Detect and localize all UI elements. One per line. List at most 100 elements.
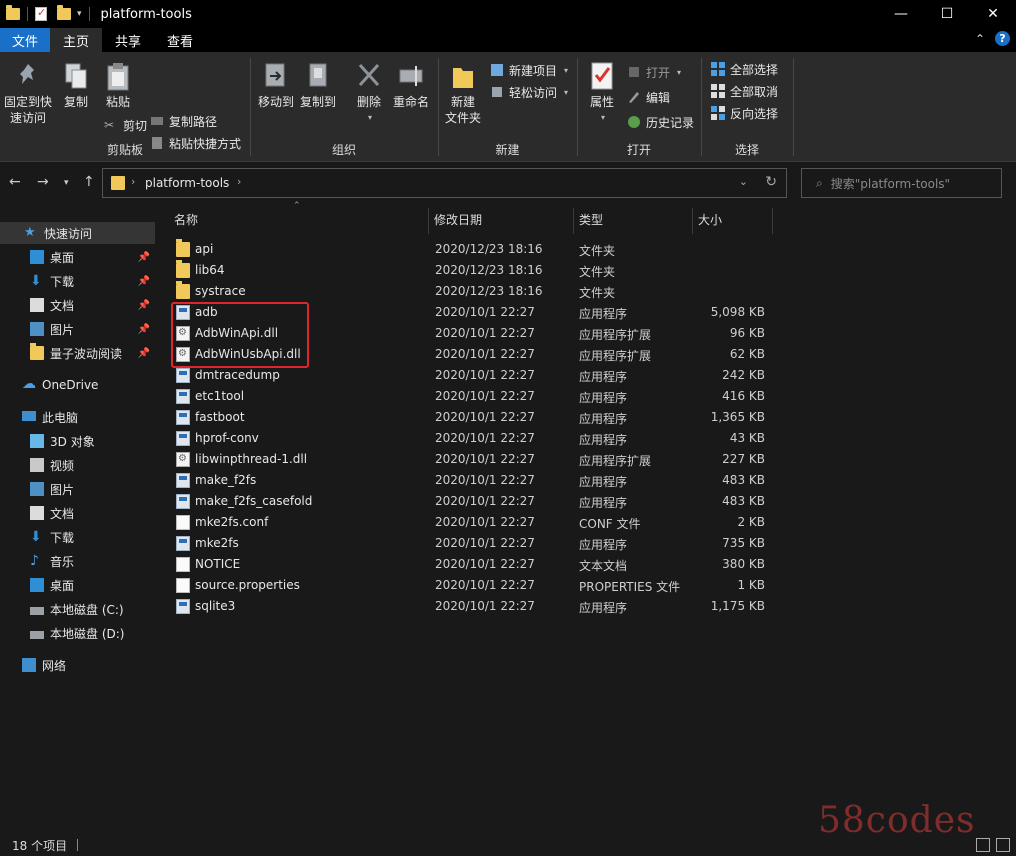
properties-button[interactable]: 属性 ▾ (588, 60, 616, 126)
sidebar-item-quick-access[interactable]: ★ 快速访问 (0, 222, 155, 244)
select-none-button[interactable]: 全部取消 (711, 81, 778, 101)
sidebar-item-3d-objects[interactable]: 3D 对象 (0, 430, 155, 452)
file-type: CONF 文件 (579, 517, 641, 531)
large-icons-view-icon[interactable] (996, 838, 1010, 852)
sidebar-item-this-pc[interactable]: 此电脑 (0, 406, 155, 428)
sidebar-item-pc-desktop[interactable]: 桌面 (0, 574, 155, 596)
delete-button[interactable]: 删除 ▾ (355, 60, 383, 126)
forward-arrow-icon[interactable]: → (37, 174, 49, 190)
table-row[interactable]: hprof-conv 2020/10/1 22:27 应用程序 43 KB (170, 428, 770, 449)
column-divider[interactable] (428, 208, 429, 234)
file-type: 应用程序 (579, 433, 628, 447)
chevron-down-icon[interactable]: ▾ (601, 110, 605, 126)
collapse-ribbon-icon[interactable]: ⌃ (975, 32, 985, 46)
chevron-down-icon[interactable]: ▾ (77, 9, 82, 19)
sidebar-item-quantum-reading[interactable]: 量子波动阅读 📌 (0, 342, 155, 364)
column-divider[interactable] (772, 208, 773, 234)
file-icon (176, 557, 190, 572)
table-row[interactable]: NOTICE 2020/10/1 22:27 文本文档 380 KB (170, 554, 770, 575)
file-type: 应用程序 (579, 538, 628, 552)
move-to-button[interactable]: 移动到 (258, 60, 294, 110)
copy-path-button[interactable]: 复制路径 (150, 111, 217, 131)
tab-file[interactable]: 文件 (0, 28, 51, 52)
back-arrow-icon[interactable]: ← (9, 174, 21, 190)
table-row[interactable]: systrace 2020/12/23 18:16 文件夹 (170, 281, 770, 302)
column-divider[interactable] (573, 208, 574, 234)
sidebar-item-network[interactable]: 网络 (0, 654, 155, 676)
column-header-name[interactable]: 名称 (174, 206, 198, 232)
history-button[interactable]: 历史记录 (627, 112, 694, 132)
sidebar-item-pc-pictures[interactable]: 图片 (0, 478, 155, 500)
table-row[interactable]: sqlite3 2020/10/1 22:27 应用程序 1,175 KB (170, 596, 770, 617)
sidebar-item-downloads[interactable]: ⬇ 下载 📌 (0, 270, 155, 292)
minimize-button[interactable]: — (878, 0, 924, 28)
sidebar-item-music[interactable]: ♪ 音乐 (0, 550, 155, 572)
edit-button[interactable]: 编辑 (627, 87, 670, 107)
new-item-button[interactable]: 新建项目 ▾ (490, 60, 568, 80)
column-header-type[interactable]: 类型 (579, 206, 603, 232)
properties-icon[interactable] (35, 6, 47, 21)
sidebar-item-drive-d[interactable]: 本地磁盘 (D:) (0, 622, 155, 644)
open-button[interactable]: 打开 ▾ (627, 62, 681, 82)
table-row[interactable]: dmtracedump 2020/10/1 22:27 应用程序 242 KB (170, 365, 770, 386)
address-bar[interactable]: › platform-tools › ⌄ ↻ (102, 168, 787, 198)
file-name: hprof-conv (195, 431, 259, 445)
copy-to-button[interactable]: 复制到 (300, 60, 336, 110)
tab-share[interactable]: 共享 (102, 28, 154, 52)
recent-locations-icon[interactable]: ▾ (64, 178, 69, 188)
sidebar-item-pc-documents[interactable]: 文档 (0, 502, 155, 524)
table-row[interactable]: mke2fs 2020/10/1 22:27 应用程序 735 KB (170, 533, 770, 554)
table-row[interactable]: libwinpthread-1.dll 2020/10/1 22:27 应用程序扩展… (170, 449, 770, 470)
new-folder-button[interactable]: 新建 文件夹 (445, 60, 481, 126)
details-view-icon[interactable] (976, 838, 990, 852)
search-input[interactable]: ⌕ 搜索"platform-tools" (801, 168, 1002, 198)
pin-to-quick-access-button[interactable]: 固定到快 速访问 (4, 60, 52, 126)
table-row[interactable]: fastboot 2020/10/1 22:27 应用程序 1,365 KB (170, 407, 770, 428)
close-button[interactable]: ✕ (970, 0, 1016, 28)
tab-home[interactable]: 主页 (50, 28, 103, 52)
new-folder-icon[interactable] (57, 5, 71, 20)
pin-icon[interactable]: 📌 (138, 324, 150, 335)
table-row[interactable]: source.properties 2020/10/1 22:27 PROPERTI… (170, 575, 770, 596)
select-all-button[interactable]: 全部选择 (711, 59, 778, 79)
tab-view[interactable]: 查看 (154, 28, 206, 52)
easy-access-button[interactable]: 轻松访问 ▾ (490, 82, 568, 102)
table-row[interactable]: make_f2fs 2020/10/1 22:27 应用程序 483 KB (170, 470, 770, 491)
column-header-date[interactable]: 修改日期 (434, 206, 482, 232)
table-row[interactable]: mke2fs.conf 2020/10/1 22:27 CONF 文件 2 KB (170, 512, 770, 533)
breadcrumb[interactable]: platform-tools (145, 176, 229, 190)
chevron-down-icon[interactable]: ⌄ (739, 175, 748, 188)
sidebar-item-onedrive[interactable]: ☁ OneDrive (0, 374, 155, 396)
pin-icon[interactable]: 📌 (138, 252, 150, 263)
refresh-icon[interactable]: ↻ (765, 174, 777, 190)
table-row[interactable]: make_f2fs_casefold 2020/10/1 22:27 应用程序 483… (170, 491, 770, 512)
sidebar-item-pc-downloads[interactable]: ⬇ 下载 (0, 526, 155, 548)
sidebar-item-desktop[interactable]: 桌面 📌 (0, 246, 155, 268)
column-divider[interactable] (692, 208, 693, 234)
sidebar-item-documents[interactable]: 文档 📌 (0, 294, 155, 316)
sidebar-item-drive-c[interactable]: 本地磁盘 (C:) (0, 598, 155, 620)
table-row[interactable]: api 2020/12/23 18:16 文件夹 (170, 239, 770, 260)
copy-button[interactable]: 复制 (62, 60, 90, 110)
cut-button[interactable]: ✂ 剪切 (104, 115, 147, 135)
select-group-label: 选择 (734, 143, 759, 157)
up-arrow-icon[interactable]: ↑ (83, 174, 95, 190)
pin-icon[interactable]: 📌 (138, 300, 150, 311)
chevron-down-icon[interactable]: ▾ (368, 110, 372, 126)
help-icon[interactable]: ? (995, 31, 1010, 46)
breadcrumb-separator-icon[interactable]: › (237, 175, 241, 188)
sidebar-item-videos[interactable]: 视频 (0, 454, 155, 476)
paste-button[interactable]: 粘贴 (104, 60, 132, 110)
invert-selection-button[interactable]: 反向选择 (711, 103, 778, 123)
table-row[interactable]: etc1tool 2020/10/1 22:27 应用程序 416 KB (170, 386, 770, 407)
pin-icon[interactable]: 📌 (138, 348, 150, 359)
rename-button[interactable]: 重命名 (393, 60, 429, 110)
sidebar-item-pictures[interactable]: 图片 📌 (0, 318, 155, 340)
edit-icon (627, 90, 641, 104)
file-date: 2020/10/1 22:27 (435, 536, 535, 550)
column-header-size[interactable]: 大小 (698, 206, 722, 232)
pin-icon[interactable]: 📌 (138, 276, 150, 287)
maximize-button[interactable]: ☐ (924, 0, 970, 28)
dll-file-icon (176, 452, 190, 467)
table-row[interactable]: lib64 2020/12/23 18:16 文件夹 (170, 260, 770, 281)
